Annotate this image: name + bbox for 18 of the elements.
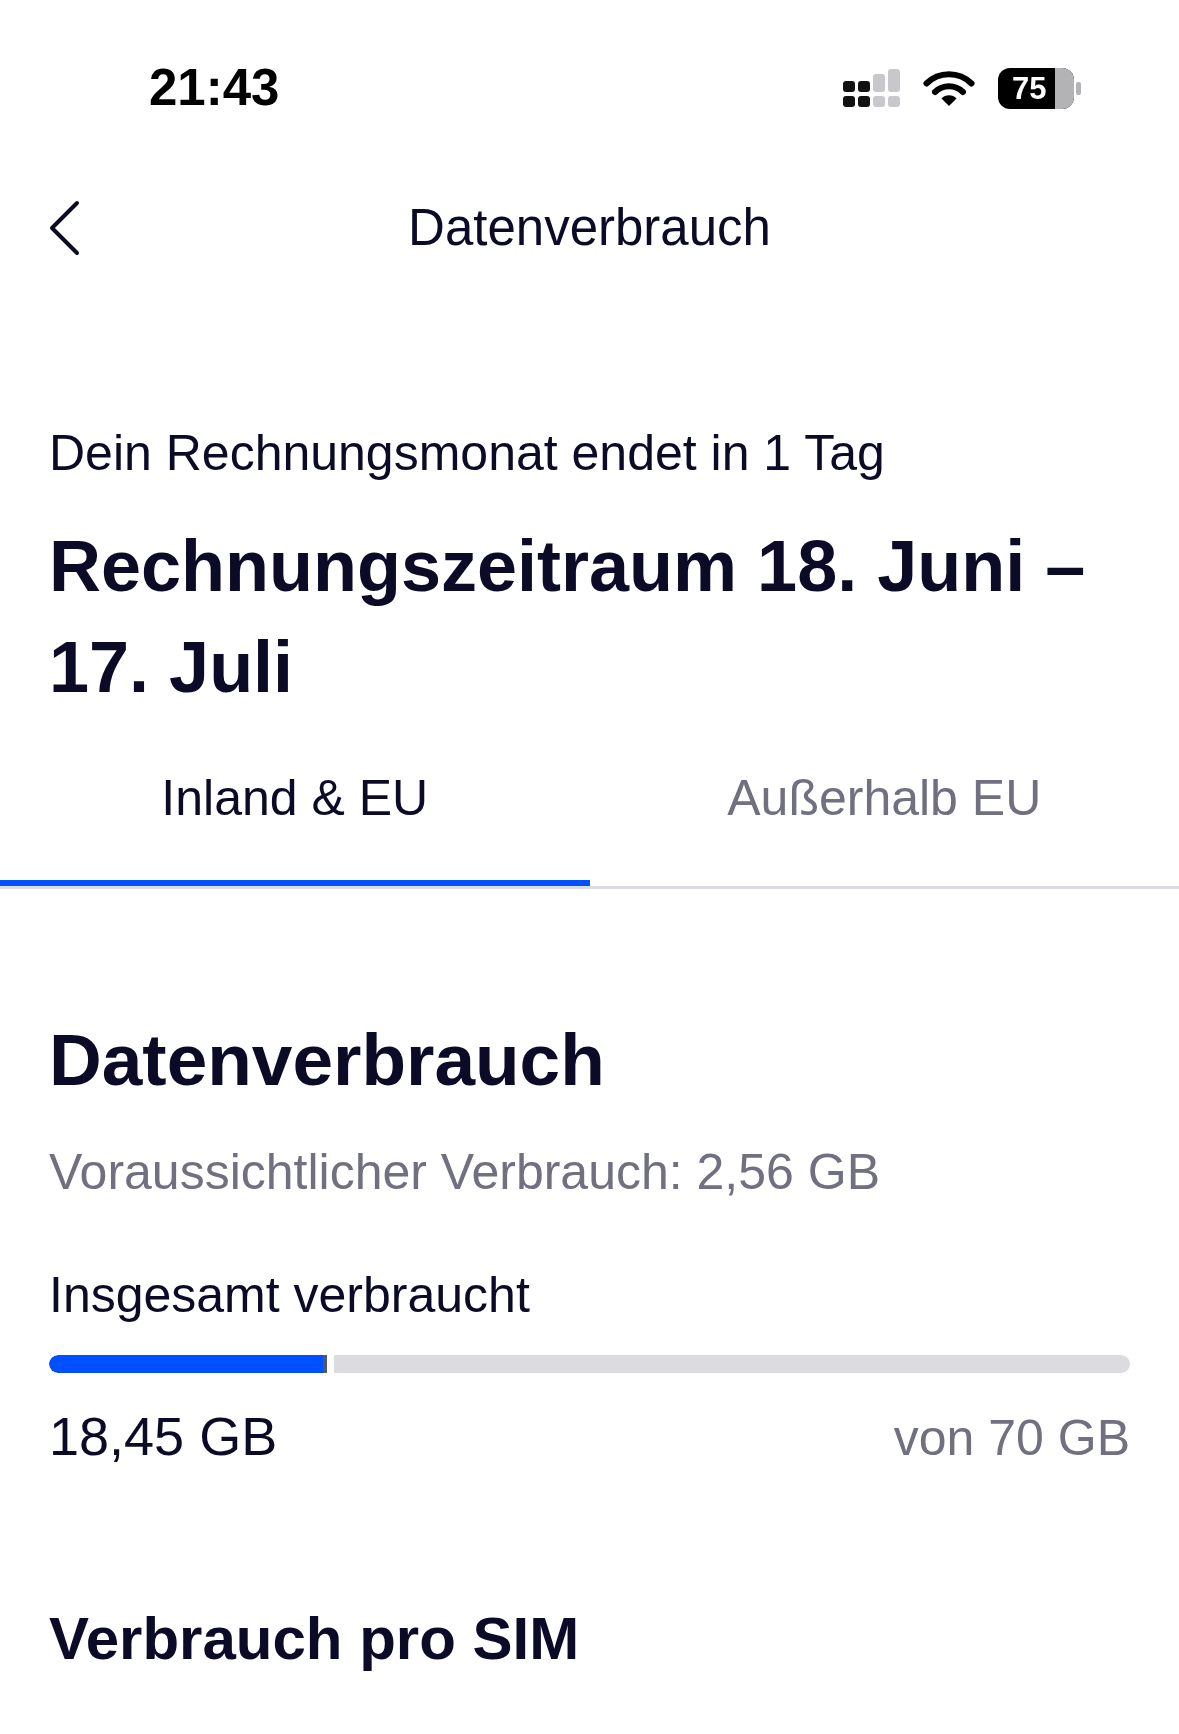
signal-icon [843,69,900,107]
wifi-icon [923,70,975,106]
status-time: 21:43 [149,58,280,118]
back-icon [48,200,80,256]
total-allowance: von 70 GB [893,1409,1130,1468]
section-heading: Datenverbrauch [49,1018,605,1102]
forecast-text: Voraussichtlicher Verbrauch: 2,56 GB [49,1143,880,1202]
billing-period-heading: Rechnungszeitraum 18. Juni – 17. Juli [49,525,1087,709]
battery-icon [998,67,1081,109]
total-usage-label: Insgesamt verbraucht [49,1266,530,1325]
tab[interactable]: Außerhalb EU [589,744,1179,886]
page-title: Datenverbrauch [408,198,771,258]
sim-section-heading: Verbrauch pro SIM [49,1604,580,1674]
used-amount: 18,45 GB [49,1405,278,1468]
billing-notice: Dein Rechnungsmonat endet in 1 Tag [49,424,885,483]
battery-percentage: 75 [1012,72,1047,104]
back-button[interactable] [48,200,80,256]
tab[interactable]: Inland & EU [0,744,590,886]
